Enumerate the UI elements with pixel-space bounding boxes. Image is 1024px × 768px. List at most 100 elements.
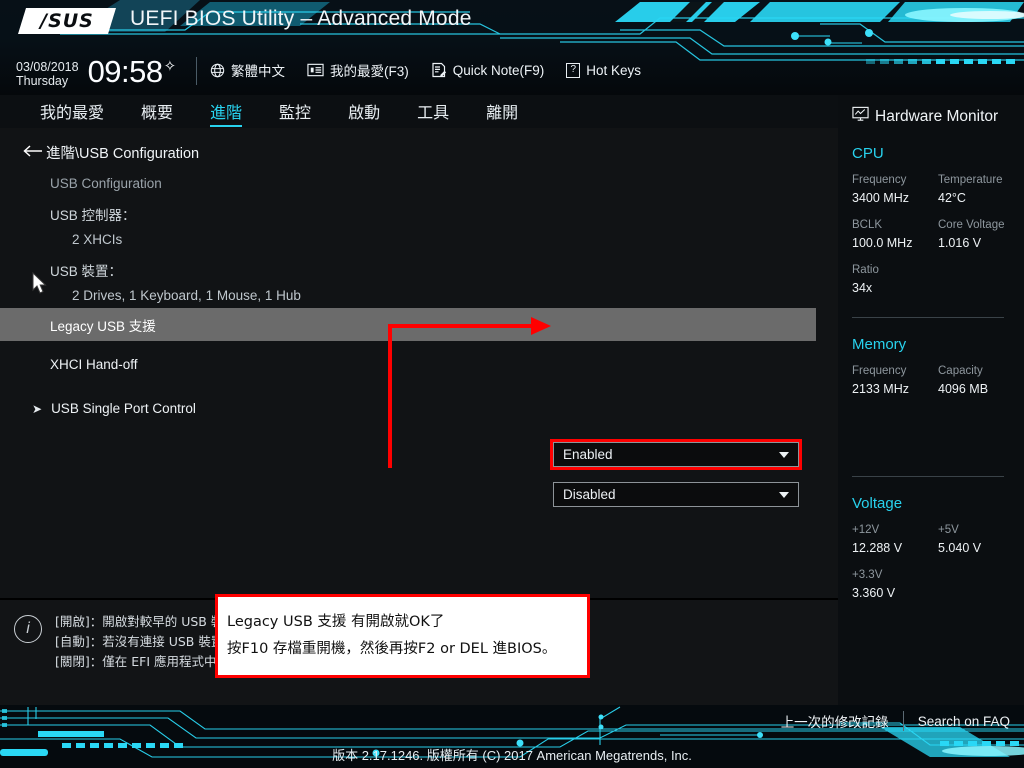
- xhci-hand-off-value: Disabled: [563, 487, 616, 502]
- hw-cpu-row-2: BCLK 100.0 MHz Core Voltage 1.016 V: [852, 216, 1024, 252]
- hardware-monitor-panel: Hardware Monitor CPU Frequency 3400 MHz …: [838, 95, 1024, 705]
- hw-cpu-bclk: BCLK 100.0 MHz: [852, 216, 938, 252]
- main-content-panel: 進階\USB Configuration USB Configuration U…: [0, 128, 838, 678]
- language-button[interactable]: 繁體中文: [210, 60, 285, 80]
- xhci-hand-off-dropdown[interactable]: Disabled: [553, 482, 799, 507]
- date-block: 03/08/2018 Thursday: [16, 56, 79, 88]
- hw-value: 12.288 V: [852, 541, 903, 555]
- hw-cpu-row-1: Frequency 3400 MHz Temperature 42°C: [852, 171, 1024, 207]
- hw-memory-capacity: Capacity 4096 MB: [938, 362, 1024, 398]
- tab-tool[interactable]: 工具: [417, 99, 449, 125]
- copyright-text: 版本 2.17.1246. 版權所有 (C) 2017 American Meg…: [332, 748, 692, 763]
- language-label: 繁體中文: [231, 64, 285, 79]
- hw-section-voltage: Voltage: [852, 495, 903, 512]
- usb-controllers-value: 2 XHCIs: [72, 232, 123, 247]
- quick-note-label: Quick Note(F9): [452, 62, 545, 78]
- hw-key: Frequency: [852, 365, 907, 377]
- hot-keys-button[interactable]: ? Hot Keys: [566, 62, 641, 78]
- hw-value: 3.360 V: [852, 586, 896, 600]
- submenu-usb-single-port-control[interactable]: ➤ USB Single Port Control: [0, 392, 816, 425]
- tab-my-favorites[interactable]: 我的最愛: [40, 99, 104, 125]
- xhci-hand-off-label: XHCI Hand-off: [50, 357, 138, 372]
- hw-key: Core Voltage: [938, 219, 1005, 231]
- search-on-faq-link[interactable]: Search on FAQ: [918, 714, 1010, 729]
- hw-voltage-5v: +5V 5.040 V: [938, 521, 1024, 557]
- hw-value: 3400 MHz: [852, 191, 909, 205]
- callout-line-2: 按F10 存檔重開機，然後再按F2 or DEL 進BIOS。: [227, 641, 557, 657]
- usb-devices-label: USB 裝置：: [50, 264, 123, 279]
- mouse-pointer-icon: [32, 271, 48, 296]
- date-time-display: 03/08/2018 Thursday 09:58 ✧: [16, 56, 176, 88]
- hw-key: Frequency: [852, 174, 907, 186]
- hw-value: 5.040 V: [938, 541, 982, 555]
- hw-key: BCLK: [852, 219, 883, 231]
- legacy-usb-support-value: Enabled: [563, 447, 613, 462]
- tab-advanced[interactable]: 進階: [210, 99, 243, 127]
- hw-key: Temperature: [938, 174, 1003, 186]
- hw-section-memory: Memory: [852, 336, 907, 353]
- quick-note-button[interactable]: Quick Note(F9): [431, 62, 545, 78]
- usb-configuration-heading: USB Configuration: [50, 176, 162, 191]
- header-toolbar: 繁體中文 我的最愛(F3) Quick Note(F9) ? Hot Keys: [210, 60, 641, 80]
- chevron-right-icon: ➤: [32, 401, 43, 416]
- my-favorites-label: 我的最愛(F3): [330, 64, 409, 79]
- tab-main[interactable]: 概要: [141, 99, 173, 125]
- clock-value: 09:58: [87, 54, 164, 89]
- question-box-icon: ?: [566, 62, 581, 78]
- monitor-icon: [852, 106, 869, 127]
- hw-key: +3.3V: [852, 569, 883, 581]
- hw-key: +5V: [938, 524, 959, 536]
- hw-memory-row-1: Frequency 2133 MHz Capacity 4096 MB: [852, 362, 1024, 398]
- page-title: UEFI BIOS Utility – Advanced Mode: [130, 7, 472, 30]
- submenu-inner: ➤ USB Single Port Control: [32, 401, 196, 416]
- hw-value: 2133 MHz: [852, 382, 909, 396]
- hw-voltage-3v3: +3.3V 3.360 V: [852, 566, 940, 602]
- usb-devices-value: 2 Drives, 1 Keyboard, 1 Mouse, 1 Hub: [72, 288, 301, 303]
- note-icon: [431, 62, 447, 78]
- hw-key: Capacity: [938, 365, 983, 377]
- asus-logo-text: /SUS: [40, 10, 94, 32]
- footer-links: 上一次的修改記錄 Search on FAQ: [781, 711, 1010, 731]
- favorites-icon: [307, 63, 324, 77]
- hw-value: 100.0 MHz: [852, 236, 913, 250]
- hw-cpu-temperature: Temperature 42°C: [938, 171, 1024, 207]
- last-modified-link[interactable]: 上一次的修改記錄: [781, 711, 889, 731]
- legacy-usb-support-dropdown[interactable]: Enabled: [550, 439, 802, 470]
- option-row-xhci-hand-off[interactable]: XHCI Hand-off: [0, 348, 816, 381]
- day-of-week: Thursday: [16, 74, 69, 88]
- hw-value: 34x: [852, 281, 873, 295]
- date-value: 03/08/2018: [16, 60, 79, 74]
- hw-divider-2: [852, 476, 1004, 477]
- chevron-down-icon: [779, 451, 789, 458]
- breadcrumb-row: 進階\USB Configuration: [0, 138, 838, 166]
- header-divider: [196, 57, 197, 85]
- usb-controllers-label: USB 控制器：: [50, 208, 136, 223]
- hw-cpu-frequency: Frequency 3400 MHz: [852, 171, 938, 207]
- option-row-legacy-usb-support[interactable]: Legacy USB 支援: [0, 308, 816, 341]
- title-bar: /SUS UEFI BIOS Utility – Advanced Mode 0…: [0, 0, 1024, 95]
- hw-key: +12V: [852, 524, 880, 536]
- legacy-usb-support-label: Legacy USB 支援: [50, 318, 156, 334]
- hw-cpu-ratio: Ratio 34x: [852, 261, 940, 297]
- my-favorites-button[interactable]: 我的最愛(F3): [307, 60, 409, 80]
- footer-divider: [902, 711, 904, 731]
- hw-cpu-core-voltage: Core Voltage 1.016 V: [938, 216, 1024, 252]
- hw-section-cpu: CPU: [852, 145, 884, 162]
- hw-value: 1.016 V: [938, 236, 982, 250]
- hw-memory-frequency: Frequency 2133 MHz: [852, 362, 938, 398]
- hw-value: 4096 MB: [938, 382, 989, 396]
- tab-monitor[interactable]: 監控: [279, 99, 311, 125]
- globe-icon: [210, 63, 225, 78]
- callout-line-1: Legacy USB 支援 有開啟就OK了: [227, 614, 445, 630]
- asus-logo: /SUS: [18, 8, 116, 34]
- usb-single-port-control-label: USB Single Port Control: [51, 401, 196, 416]
- back-arrow-icon[interactable]: [22, 143, 44, 161]
- tab-boot[interactable]: 啟動: [348, 99, 380, 125]
- tab-exit[interactable]: 離開: [486, 99, 518, 125]
- hw-voltage-row-1: +12V 12.288 V +5V 5.040 V: [852, 521, 1024, 557]
- hw-key: Ratio: [852, 264, 879, 276]
- hw-divider-1: [852, 317, 1004, 318]
- gear-icon[interactable]: ✧: [164, 57, 177, 75]
- info-icon: i: [14, 615, 42, 643]
- footer-bar: 上一次的修改記錄 Search on FAQ 版本 2.17.1246. 版權所…: [0, 705, 1024, 768]
